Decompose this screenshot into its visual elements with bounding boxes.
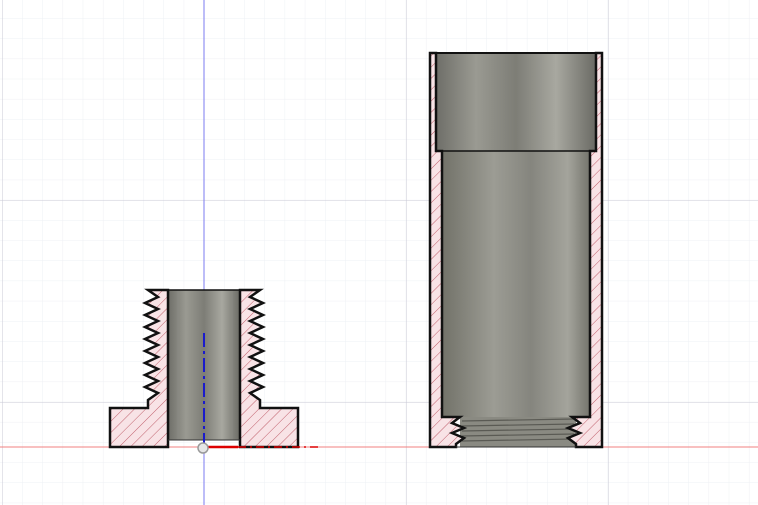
- threaded-insert[interactable]: [108, 288, 318, 454]
- origin-point[interactable]: [197, 442, 209, 454]
- design-canvas[interactable]: [0, 0, 758, 505]
- insert-right-section: [238, 288, 300, 449]
- section-view: [0, 0, 758, 505]
- sleeve-bore-surface: [442, 151, 590, 417]
- threaded-sleeve[interactable]: [428, 51, 604, 449]
- insert-left-section: [108, 288, 170, 449]
- sleeve-thread-surface: [460, 417, 576, 447]
- sleeve-counterbore-surface: [436, 54, 596, 151]
